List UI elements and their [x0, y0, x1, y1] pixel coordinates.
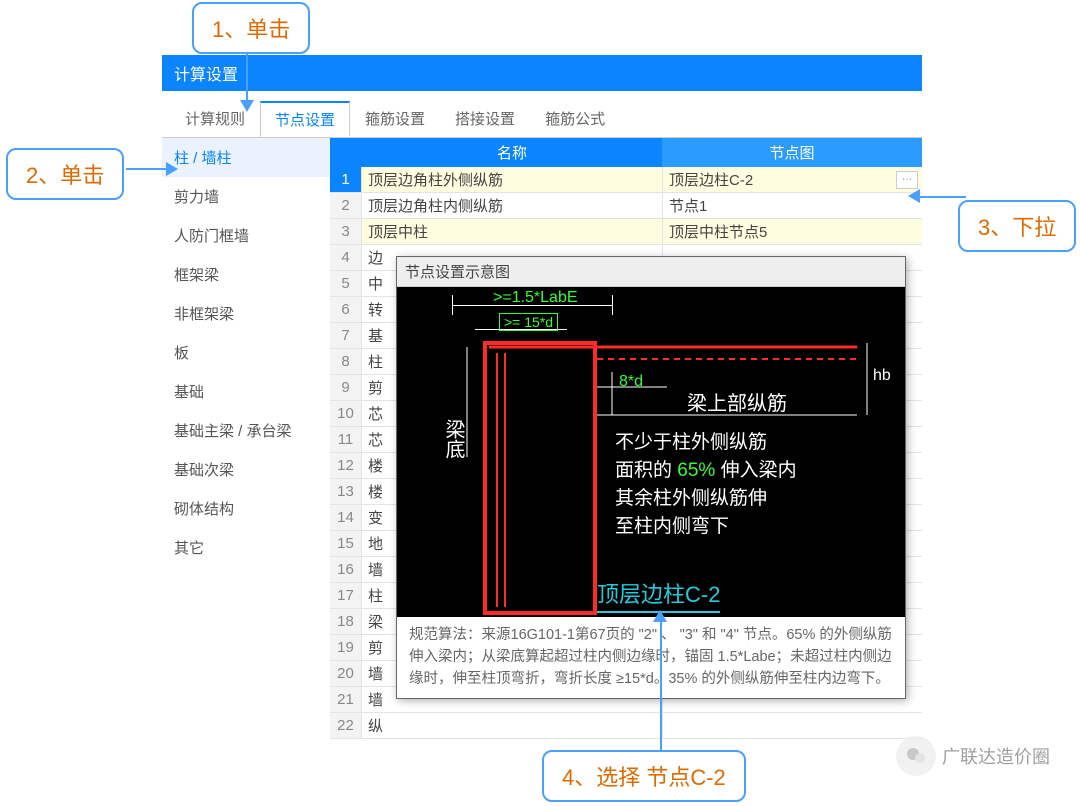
- sidebar-item[interactable]: 基础主梁 / 承台梁: [162, 411, 330, 450]
- table-row[interactable]: 3顶层中柱顶层中柱节点5: [330, 219, 922, 245]
- row-number: 12: [330, 453, 362, 478]
- row-number: 2: [330, 193, 362, 218]
- diagram-caption: 顶层边柱C-2: [597, 577, 720, 613]
- row-number: 22: [330, 713, 362, 738]
- desc-line3: 其余柱外侧纵筋伸: [615, 483, 767, 510]
- row-number: 6: [330, 297, 362, 322]
- label-hb: hb: [873, 367, 891, 385]
- callout-3: 3、下拉: [958, 200, 1076, 252]
- row-number: 20: [330, 661, 362, 686]
- row-fig[interactable]: 顶层边柱C-2⋯: [662, 167, 922, 192]
- desc-line4: 至柱内侧弯下: [615, 511, 729, 538]
- diagram-popup: 节点设置示意图 >=1.5*LabE >= 15*d 8*d hb 梁上部纵筋 …: [396, 256, 906, 699]
- tab-hoop-set[interactable]: 箍筋设置: [350, 101, 440, 137]
- table-row[interactable]: 22纵: [330, 713, 922, 739]
- sidebar-item[interactable]: 其它: [162, 528, 330, 567]
- row-name: 顶层边角柱内侧纵筋: [362, 195, 662, 216]
- desc-line2: 面积的 65% 伸入梁内: [615, 455, 797, 482]
- desc-line1: 不少于柱外侧纵筋: [615, 427, 767, 454]
- sidebar-item[interactable]: 基础: [162, 372, 330, 411]
- sidebar-item[interactable]: 剪力墙: [162, 177, 330, 216]
- row-number: 1: [330, 167, 362, 192]
- row-number: 4: [330, 245, 362, 270]
- col-header-name: 名称: [362, 138, 662, 167]
- label-beam-top: 梁上部纵筋: [687, 387, 787, 416]
- popup-footer: 规范算法：来源16G101-1第67页的 "2" 、 "3" 和 "4" 节点。…: [397, 617, 905, 698]
- row-number: 10: [330, 401, 362, 426]
- sidebar: 柱 / 墙柱剪力墙人防门框墙框架梁非框架梁板基础基础主梁 / 承台梁基础次梁砌体…: [162, 138, 330, 739]
- table-row[interactable]: 2顶层边角柱内侧纵筋节点1: [330, 193, 922, 219]
- tab-bar: 计算规则 节点设置 箍筋设置 搭接设置 箍筋公式: [162, 91, 922, 137]
- row-name: 顶层中柱: [362, 221, 662, 242]
- sidebar-item[interactable]: 非框架梁: [162, 294, 330, 333]
- table-row[interactable]: 1顶层边角柱外侧纵筋顶层边柱C-2⋯: [330, 167, 922, 193]
- row-number: 11: [330, 427, 362, 452]
- row-fig[interactable]: 顶层中柱节点5: [662, 219, 922, 244]
- sidebar-item[interactable]: 框架梁: [162, 255, 330, 294]
- callout-1: 1、单击: [192, 2, 310, 54]
- window-title: 计算设置: [162, 55, 922, 91]
- sidebar-item[interactable]: 人防门框墙: [162, 216, 330, 255]
- row-number: 18: [330, 609, 362, 634]
- callout-2: 2、单击: [6, 148, 124, 200]
- row-name: 纵: [362, 715, 662, 736]
- dropdown-button[interactable]: ⋯: [896, 171, 918, 189]
- tab-splice-set[interactable]: 搭接设置: [440, 101, 530, 137]
- row-number: 8: [330, 349, 362, 374]
- row-number: 9: [330, 375, 362, 400]
- diagram-canvas: >=1.5*LabE >= 15*d 8*d hb 梁上部纵筋 梁底 不少于柱外…: [397, 287, 905, 617]
- wechat-icon: [896, 736, 936, 776]
- row-number: 7: [330, 323, 362, 348]
- sidebar-item[interactable]: 板: [162, 333, 330, 372]
- popup-title: 节点设置示意图: [397, 257, 905, 287]
- sidebar-item[interactable]: 砌体结构: [162, 489, 330, 528]
- grid-header: 名称 节点图: [330, 138, 922, 167]
- row-number: 5: [330, 271, 362, 296]
- watermark: 广联达造价圈: [896, 736, 1050, 776]
- sidebar-item[interactable]: 基础次梁: [162, 450, 330, 489]
- row-fig[interactable]: [662, 713, 922, 738]
- tab-node-set[interactable]: 节点设置: [260, 101, 350, 137]
- row-number: 3: [330, 219, 362, 244]
- row-name: 顶层边角柱外侧纵筋: [362, 169, 662, 190]
- row-number: 13: [330, 479, 362, 504]
- row-number: 15: [330, 531, 362, 556]
- row-number: 19: [330, 635, 362, 660]
- sidebar-item[interactable]: 柱 / 墙柱: [162, 138, 330, 177]
- row-fig[interactable]: 节点1: [662, 193, 922, 218]
- row-number: 21: [330, 687, 362, 712]
- callout-4: 4、选择 节点C-2: [542, 750, 746, 802]
- row-number: 16: [330, 557, 362, 582]
- tab-hoop-formula[interactable]: 箍筋公式: [530, 101, 620, 137]
- label-beam-bottom: 梁底: [439, 419, 468, 459]
- row-number: 14: [330, 505, 362, 530]
- col-header-fig: 节点图: [662, 138, 922, 167]
- row-number: 17: [330, 583, 362, 608]
